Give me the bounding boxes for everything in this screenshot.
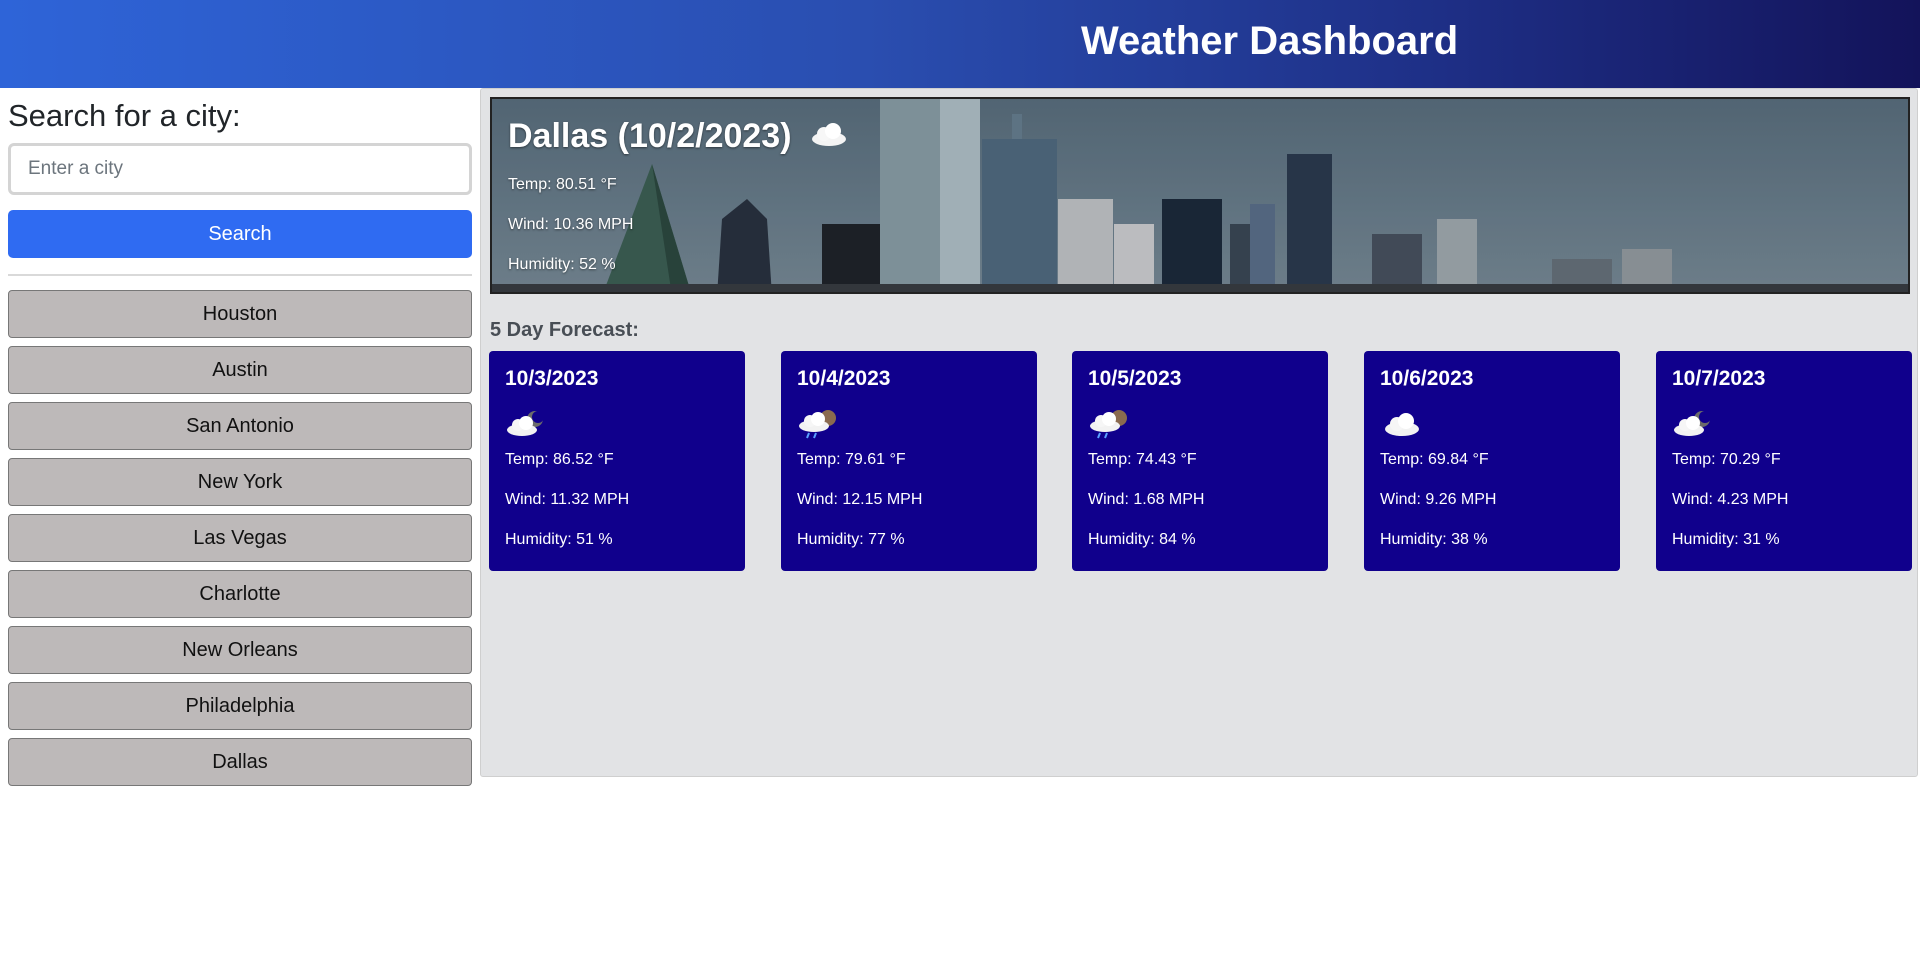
- current-humidity: Humidity: 52 %: [508, 256, 616, 273]
- forecast-date: 10/7/2023: [1672, 367, 1766, 390]
- current-city-title: Dallas (10/2/2023): [508, 117, 792, 155]
- forecast-date: 10/6/2023: [1380, 367, 1474, 390]
- current-weather-card: Dallas (10/2/2023) Temp: 80.51 °F Wind: …: [490, 97, 1910, 294]
- sidebar-divider: [8, 274, 472, 276]
- forecast-wind: Wind: 1.68 MPH: [1088, 491, 1205, 508]
- history-city-button[interactable]: New York: [8, 458, 472, 506]
- forecast-date: 10/5/2023: [1088, 367, 1182, 390]
- forecast-wind: Wind: 9.26 MPH: [1380, 491, 1497, 508]
- forecast-humidity: Humidity: 31 %: [1672, 531, 1780, 548]
- forecast-card: 10/6/2023 Temp: 69.84 °F Wind: 9.26 MPH …: [1364, 351, 1620, 571]
- cloudy-night-icon: [1672, 409, 1718, 444]
- current-wind: Wind: 10.36 MPH: [508, 216, 634, 233]
- sidebar: Search for a city: Search Houston Austin…: [8, 88, 472, 794]
- forecast-humidity: Humidity: 38 %: [1380, 531, 1488, 548]
- search-button[interactable]: Search: [8, 210, 472, 258]
- history-city-button[interactable]: Houston: [8, 290, 472, 338]
- forecast-card: 10/5/2023 Temp: 74.43 °F Wind: 1.68 MPH …: [1072, 351, 1328, 571]
- forecast-temp: Temp: 79.61 °F: [797, 451, 906, 468]
- forecast-date: 10/4/2023: [797, 367, 891, 390]
- forecast-card: 10/7/2023 Temp: 70.29 °F Wind: 4.23 MPH …: [1656, 351, 1912, 571]
- history-city-button[interactable]: Austin: [8, 346, 472, 394]
- forecast-temp: Temp: 70.29 °F: [1672, 451, 1781, 468]
- rain-night-icon: [1088, 409, 1134, 444]
- forecast-date: 10/3/2023: [505, 367, 599, 390]
- history-city-button[interactable]: San Antonio: [8, 402, 472, 450]
- forecast-heading: 5 Day Forecast:: [490, 319, 639, 341]
- rain-night-icon: [797, 409, 843, 444]
- forecast-humidity: Humidity: 51 %: [505, 531, 613, 548]
- forecast-card: 10/3/2023 Temp: 86.52 °F Wind: 11.32 MPH…: [489, 351, 745, 571]
- history-city-button[interactable]: Philadelphia: [8, 682, 472, 730]
- forecast-wind: Wind: 4.23 MPH: [1672, 491, 1789, 508]
- history-city-button[interactable]: Dallas: [8, 738, 472, 786]
- history-city-button[interactable]: Las Vegas: [8, 514, 472, 562]
- forecast-temp: Temp: 69.84 °F: [1380, 451, 1489, 468]
- search-history-list: Houston Austin San Antonio New York Las …: [8, 290, 472, 786]
- forecast-temp: Temp: 86.52 °F: [505, 451, 614, 468]
- current-temp: Temp: 80.51 °F: [508, 176, 617, 193]
- search-heading: Search for a city:: [8, 98, 241, 133]
- forecast-humidity: Humidity: 84 %: [1088, 531, 1196, 548]
- cloud-icon: [810, 121, 848, 152]
- history-city-button[interactable]: Charlotte: [8, 570, 472, 618]
- forecast-wind: Wind: 11.32 MPH: [505, 491, 630, 508]
- app-title: Weather Dashboard: [1081, 19, 1459, 63]
- forecast-wind: Wind: 12.15 MPH: [797, 491, 923, 508]
- app-header: Weather Dashboard: [0, 0, 1920, 88]
- history-city-button[interactable]: New Orleans: [8, 626, 472, 674]
- forecast-temp: Temp: 74.43 °F: [1088, 451, 1197, 468]
- forecast-humidity: Humidity: 77 %: [797, 531, 905, 548]
- forecast-card: 10/4/2023 Temp: 79.61 °F Wind: 12.15 MPH…: [781, 351, 1037, 571]
- cloudy-night-icon: [505, 409, 551, 444]
- city-search-input[interactable]: [8, 143, 472, 195]
- weather-panel: Dallas (10/2/2023) Temp: 80.51 °F Wind: …: [480, 88, 1918, 777]
- cloud-icon: [1380, 409, 1426, 444]
